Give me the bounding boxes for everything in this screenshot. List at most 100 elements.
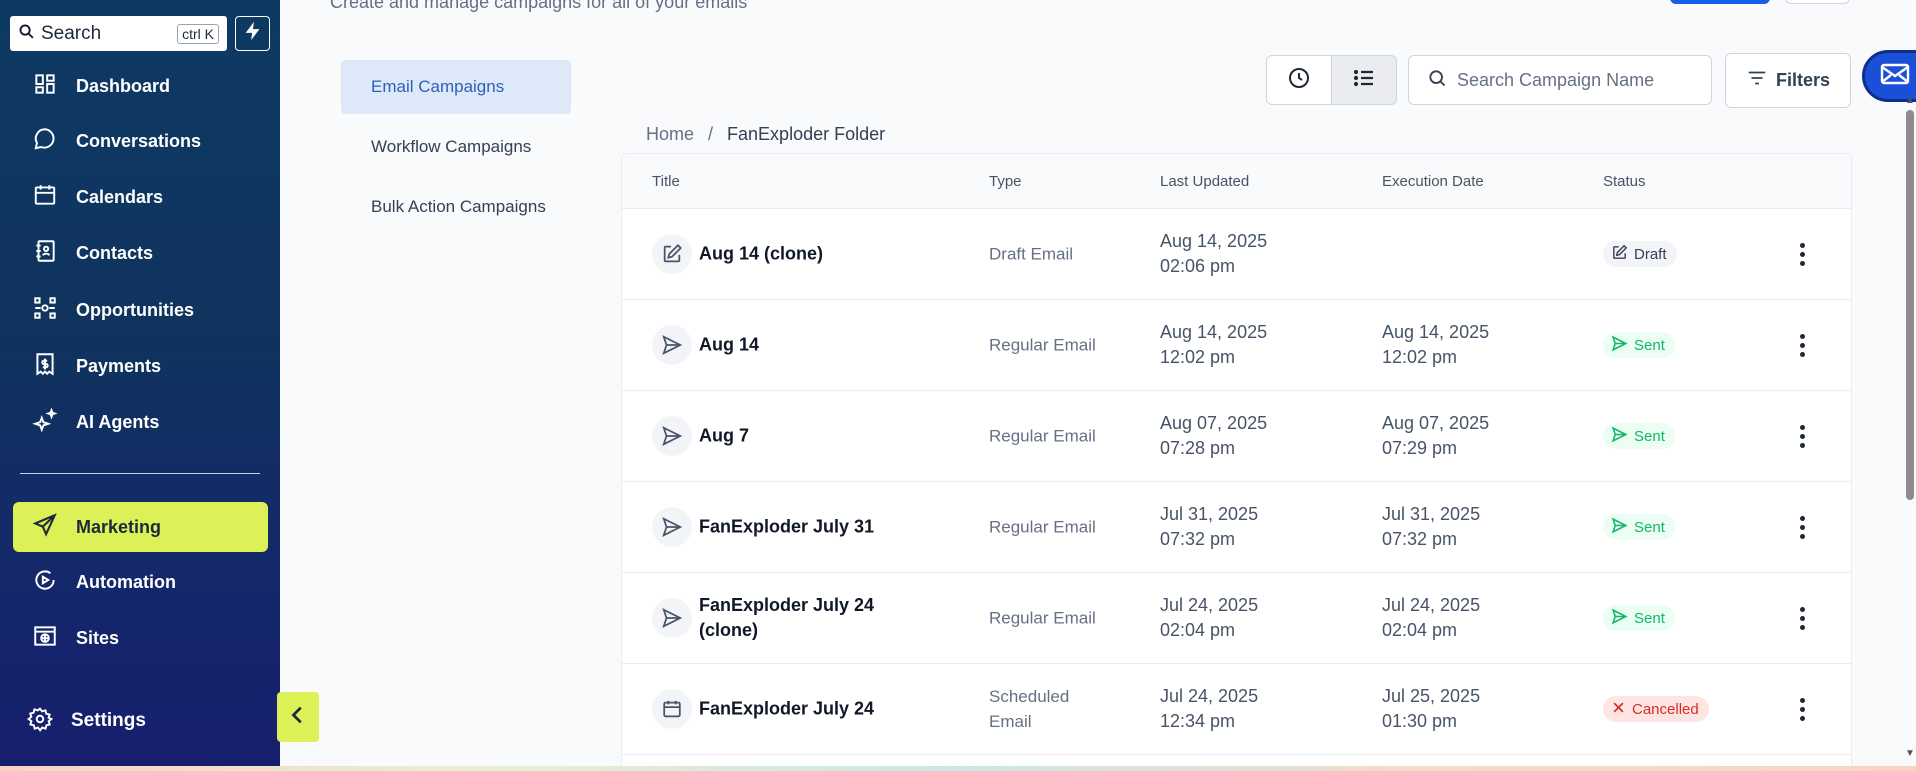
execution-date: Jul 31, 2025 07:32 pm — [1382, 504, 1481, 549]
sidebar-item-automation[interactable]: Automation — [32, 566, 176, 598]
dashboard-icon — [32, 71, 58, 102]
status-label: Sent — [1634, 518, 1665, 536]
sidebar-item-label: Marketing — [76, 516, 162, 537]
scroll-down-arrow[interactable]: ▼ — [1905, 748, 1915, 759]
page-scrollbar[interactable] — [1906, 110, 1914, 500]
campaign-search[interactable] — [1408, 55, 1712, 105]
sites-icon — [32, 623, 58, 654]
send-icon — [652, 507, 692, 547]
table-row[interactable]: Aug 14 (clone) Draft Email Aug 14, 2025 … — [622, 209, 1851, 300]
tab-workflow-campaigns[interactable]: Workflow Campaigns — [341, 120, 571, 174]
table-row[interactable]: FanExploder July 24 Scheduled Email Jul … — [622, 664, 1851, 755]
row-menu-button[interactable] — [1792, 421, 1812, 451]
status-badge: Sent — [1603, 605, 1675, 631]
execution-date: Aug 07, 2025 07:29 pm — [1382, 413, 1490, 458]
page-subtitle: Create and manage campaigns for all of y… — [330, 0, 748, 12]
sidebar-item-marketing[interactable]: Marketing — [13, 502, 268, 552]
last-updated: Aug 14, 2025 02:06 pm — [1160, 231, 1268, 276]
tab-email-campaigns[interactable]: Email Campaigns — [341, 60, 571, 114]
tab-bulk-action-campaigns[interactable]: Bulk Action Campaigns — [341, 180, 571, 234]
table-row[interactable]: FanExploder July 24 (clone) Regular Emai… — [622, 573, 1851, 664]
sidebar-item-label: Opportunities — [76, 299, 194, 320]
status-badge: Sent — [1603, 423, 1675, 449]
column-execution-date: Execution Date — [1382, 172, 1484, 190]
collapse-sidebar-button[interactable] — [277, 692, 319, 742]
bottom-decoration — [0, 766, 1916, 771]
create-campaign-button[interactable] — [1670, 0, 1770, 4]
status-label: Sent — [1634, 427, 1665, 445]
search-icon — [1427, 68, 1447, 93]
breadcrumb-separator: / — [708, 124, 714, 144]
sidebar-item-sites[interactable]: Sites — [32, 622, 119, 654]
global-search[interactable]: Search ctrl K — [10, 16, 227, 51]
sidebar-item-contacts[interactable]: Contacts — [32, 237, 153, 269]
breadcrumb-home[interactable]: Home — [646, 124, 694, 145]
sidebar-item-dashboard[interactable]: Dashboard — [32, 70, 170, 102]
search-label: Search — [41, 22, 102, 44]
close-icon — [1611, 700, 1626, 719]
send-icon — [652, 598, 692, 638]
last-updated: Aug 07, 2025 07:28 pm — [1160, 413, 1268, 458]
sidebar-item-payments[interactable]: Payments — [32, 350, 161, 382]
campaign-title[interactable]: Aug 7 — [699, 424, 899, 449]
campaign-type: Draft Email — [989, 244, 1074, 264]
calendar-icon — [32, 182, 58, 213]
campaign-title[interactable]: FanExploder July 31 — [699, 515, 899, 540]
scroll-up-arrow[interactable]: ▲ — [1905, 95, 1915, 106]
last-updated: Jul 31, 2025 07:32 pm — [1160, 504, 1259, 549]
table-row[interactable]: FanExploder July 31 Regular Email Jul 31… — [622, 482, 1851, 573]
status-badge: Draft — [1603, 241, 1677, 267]
send-icon — [32, 512, 58, 543]
campaign-title[interactable]: FanExploder July 24 — [699, 697, 899, 722]
list-view-button[interactable] — [1331, 56, 1396, 104]
sidebar-item-settings[interactable]: Settings — [27, 705, 146, 737]
lightning-icon — [242, 20, 264, 47]
sidebar-item-ai-agents[interactable]: AI Agents — [32, 406, 159, 438]
contacts-book-icon — [32, 238, 58, 269]
table-header: Title Type Last Updated Execution Date S… — [622, 154, 1851, 209]
campaign-title[interactable]: FanExploder July 24 (clone) — [699, 593, 899, 643]
list-icon — [1352, 66, 1376, 95]
table-row[interactable]: Aug 7 Regular Email Aug 07, 2025 07:28 p… — [622, 391, 1851, 482]
sidebar-item-label: Dashboard — [76, 75, 171, 96]
column-title: Title — [652, 172, 680, 190]
pipeline-icon — [32, 295, 58, 326]
row-menu-button[interactable] — [1792, 330, 1812, 360]
clock-icon — [1287, 66, 1311, 95]
row-menu-button[interactable] — [1792, 512, 1812, 542]
execution-date: Aug 14, 2025 12:02 pm — [1382, 322, 1490, 367]
search-shortcut: ctrl K — [177, 23, 219, 44]
status-badge: Sent — [1603, 514, 1675, 540]
send-icon — [1611, 608, 1628, 629]
sidebar-item-label: Sites — [76, 627, 120, 648]
breadcrumb-current: FanExploder Folder — [727, 124, 886, 144]
settings-label: Settings — [71, 710, 146, 731]
status-label: Sent — [1634, 336, 1665, 354]
edit-icon — [1611, 244, 1628, 265]
send-icon — [652, 416, 692, 456]
calendar-icon — [652, 689, 692, 729]
quick-actions-button[interactable] — [235, 16, 270, 51]
campaign-title[interactable]: Aug 14 (clone) — [699, 242, 899, 267]
sparkles-icon — [32, 406, 58, 438]
more-options-button[interactable] — [1785, 0, 1850, 4]
status-label: Draft — [1634, 245, 1667, 263]
campaign-type: Regular Email — [989, 608, 1096, 628]
search-icon — [18, 23, 35, 45]
view-toggle — [1266, 55, 1397, 105]
chevron-left-icon — [287, 702, 309, 733]
row-menu-button[interactable] — [1792, 239, 1812, 269]
sidebar-item-conversations[interactable]: Conversations — [32, 125, 201, 157]
sidebar-item-opportunities[interactable]: Opportunities — [32, 294, 194, 326]
campaign-search-input[interactable] — [1457, 69, 1697, 91]
sidebar-item-calendars[interactable]: Calendars — [32, 181, 163, 213]
status-badge: Sent — [1603, 332, 1675, 358]
status-label: Sent — [1634, 609, 1665, 627]
row-menu-button[interactable] — [1792, 603, 1812, 633]
campaign-type: Regular Email — [989, 426, 1096, 446]
table-row[interactable]: Aug 14 Regular Email Aug 14, 2025 12:02 … — [622, 300, 1851, 391]
filters-button[interactable]: Filters — [1725, 53, 1851, 108]
history-view-button[interactable] — [1267, 56, 1331, 104]
campaign-title[interactable]: Aug 14 — [699, 333, 899, 358]
row-menu-button[interactable] — [1792, 694, 1812, 724]
